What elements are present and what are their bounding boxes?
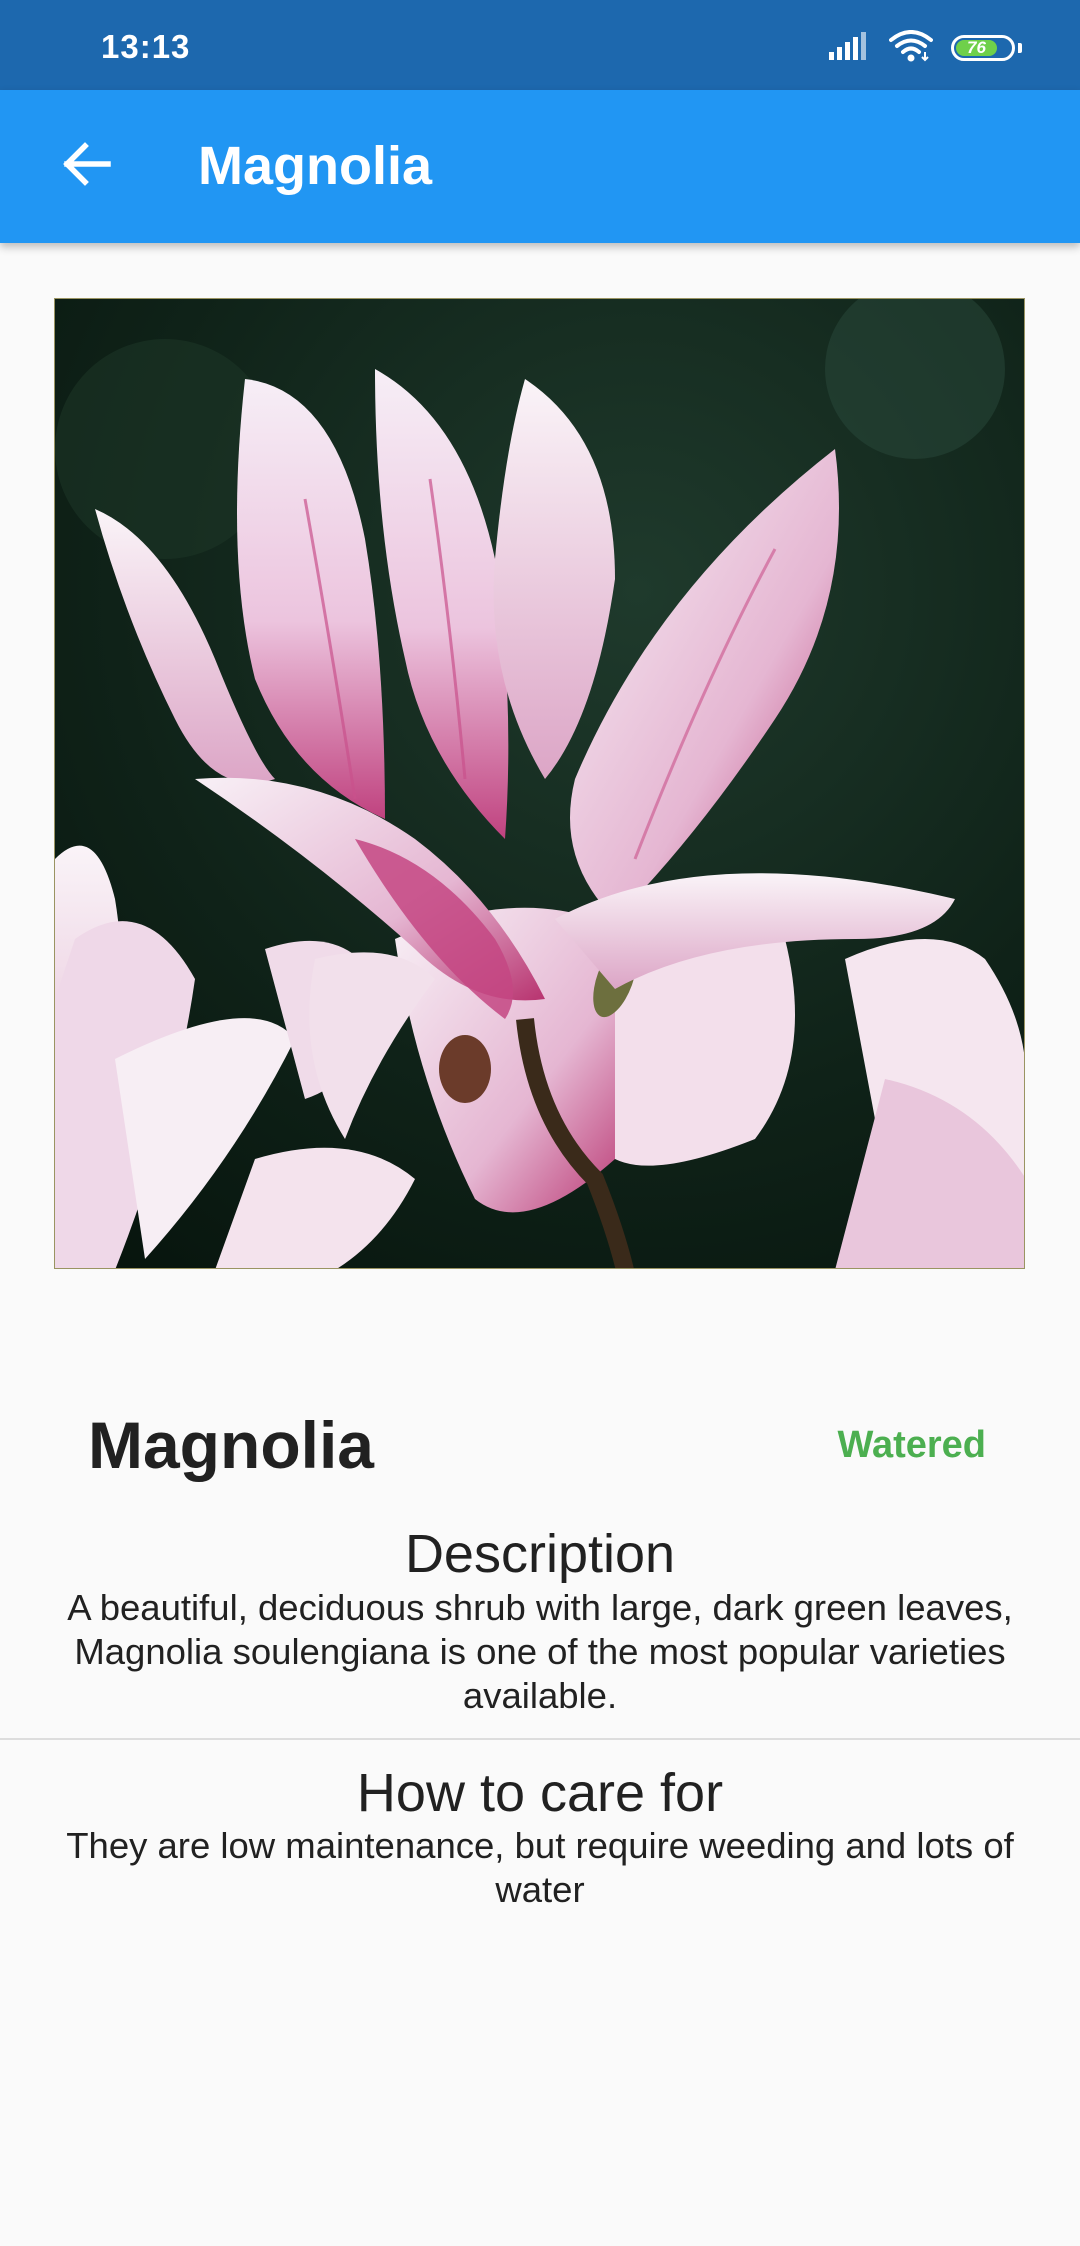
status-bar: 13:13 76 (0, 0, 1080, 90)
battery-icon: 76 (951, 35, 1015, 61)
plant-photo (54, 298, 1025, 1269)
status-icons: 76 (829, 29, 1022, 67)
care-body: They are low maintenance, but require we… (66, 1825, 1014, 1910)
back-button[interactable] (38, 118, 134, 214)
arrow-back-icon (61, 141, 111, 191)
app-bar: Magnolia (0, 90, 1080, 243)
care-heading: How to care for (356, 1763, 724, 1823)
page-title: Magnolia (198, 136, 433, 196)
status-time: 13:13 (101, 28, 191, 65)
battery-tip (1018, 43, 1022, 53)
divider (0, 1738, 1080, 1740)
description-heading: Description (404, 1524, 676, 1584)
battery-level: 76 (956, 38, 998, 57)
description-body: A beautiful, deciduous shrub with large,… (67, 1587, 1013, 1716)
plant-name: Magnolia (88, 1408, 375, 1482)
wifi-icon (889, 29, 933, 67)
watered-status[interactable]: Watered (837, 1421, 986, 1469)
signal-icon (829, 31, 871, 65)
